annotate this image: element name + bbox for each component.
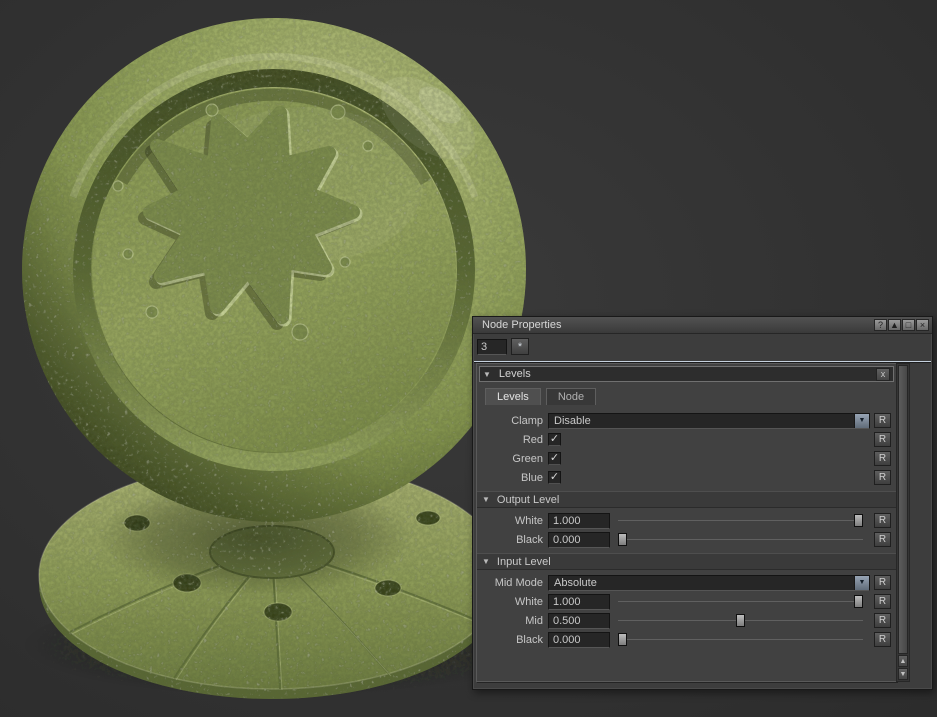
slider-track [618, 601, 863, 602]
green-row: Green ✓ R [477, 449, 896, 468]
green-checkbox[interactable]: ✓ [548, 452, 561, 465]
levels-group: ▼ Levels x Levels Node Clamp Disable ▼ R… [476, 363, 897, 682]
red-checkbox[interactable]: ✓ [548, 433, 561, 446]
clamp-row: Clamp Disable ▼ R [477, 411, 896, 430]
slider-track [618, 639, 863, 640]
reset-button[interactable]: R [874, 432, 891, 447]
mid-label: Mid [477, 615, 543, 627]
node-count-input[interactable] [477, 339, 507, 355]
slider-handle[interactable] [854, 514, 863, 527]
reset-button[interactable]: R [874, 594, 891, 609]
scrollbar[interactable]: ▲ ▼ [896, 363, 910, 682]
reset-button[interactable]: R [874, 532, 891, 547]
node-filter-button[interactable]: * [511, 338, 529, 355]
red-label: Red [477, 434, 543, 446]
reset-button[interactable]: R [874, 470, 891, 485]
tab-node[interactable]: Node [546, 388, 596, 405]
collapse-triangle-icon: ▼ [482, 557, 490, 566]
shade-icon[interactable]: ▲ [888, 319, 901, 331]
input-mid-input[interactable] [548, 613, 610, 629]
slider-handle[interactable] [736, 614, 745, 627]
arrow-down-icon: ▼ [900, 671, 907, 678]
levels-group-header[interactable]: ▼ Levels x [479, 366, 894, 382]
input-mid-row: Mid R [477, 611, 896, 630]
output-white-input[interactable] [548, 513, 610, 529]
shader-ball [20, 18, 550, 699]
reset-button[interactable]: R [874, 413, 891, 428]
blue-row: Blue ✓ R [477, 468, 896, 487]
selection-highlight-line [474, 361, 931, 362]
node-properties-panel: Node Properties ? ▲ □ × * ▼ Levels x Lev… [472, 316, 933, 690]
reset-button[interactable]: R [874, 513, 891, 528]
input-black-slider[interactable] [618, 632, 863, 647]
check-icon: ✓ [550, 452, 559, 464]
output-black-input[interactable] [548, 532, 610, 548]
reset-button[interactable]: R [874, 632, 891, 647]
green-label: Green [477, 453, 543, 465]
arrow-up-icon: ▲ [900, 658, 907, 665]
white-label: White [477, 515, 543, 527]
input-white-input[interactable] [548, 594, 610, 610]
maximize-icon[interactable]: □ [902, 319, 915, 331]
blue-checkbox[interactable]: ✓ [548, 471, 561, 484]
mid-mode-value: Absolute [554, 577, 597, 589]
black-label: Black [477, 634, 543, 646]
group-title: Levels [499, 368, 531, 380]
chevron-down-icon[interactable]: ▼ [854, 576, 869, 590]
input-level-header[interactable]: ▼ Input Level [477, 553, 896, 570]
blue-label: Blue [477, 472, 543, 484]
black-label: Black [477, 534, 543, 546]
panel-title: Node Properties [476, 319, 873, 331]
output-level-header[interactable]: ▼ Output Level [477, 491, 896, 508]
mid-mode-row: Mid Mode Absolute ▼ R [477, 573, 896, 592]
reset-button[interactable]: R [874, 575, 891, 590]
check-icon: ✓ [550, 471, 559, 483]
input-black-row: Black R [477, 630, 896, 649]
check-icon: ✓ [550, 433, 559, 445]
chevron-down-icon[interactable]: ▼ [854, 414, 869, 428]
output-black-row: Black R [477, 530, 896, 549]
section-title: Output Level [497, 494, 559, 506]
input-mid-slider[interactable] [618, 613, 863, 628]
panel-titlebar[interactable]: Node Properties ? ▲ □ × [473, 317, 932, 334]
tab-levels[interactable]: Levels [485, 388, 541, 405]
reset-button[interactable]: R [874, 613, 891, 628]
close-icon[interactable]: × [916, 319, 929, 331]
input-white-row: White R [477, 592, 896, 611]
scrollbar-thumb[interactable] [898, 365, 908, 654]
output-black-slider[interactable] [618, 532, 863, 547]
input-black-input[interactable] [548, 632, 610, 648]
collapse-triangle-icon: ▼ [483, 370, 491, 379]
count-row: * [473, 334, 932, 358]
scroll-down-button[interactable]: ▼ [898, 668, 908, 680]
clamp-dropdown[interactable]: Disable ▼ [548, 413, 870, 429]
collapse-triangle-icon: ▼ [482, 495, 490, 504]
tab-bar: Levels Node [485, 388, 896, 406]
output-white-slider[interactable] [618, 513, 863, 528]
reset-button[interactable]: R [874, 451, 891, 466]
mid-mode-dropdown[interactable]: Absolute ▼ [548, 575, 870, 591]
red-row: Red ✓ R [477, 430, 896, 449]
clamp-value: Disable [554, 415, 591, 427]
slider-handle[interactable] [854, 595, 863, 608]
group-close-button[interactable]: x [876, 368, 890, 381]
input-white-slider[interactable] [618, 594, 863, 609]
output-white-row: White R [477, 511, 896, 530]
scroll-up-button[interactable]: ▲ [898, 655, 908, 667]
slider-handle[interactable] [618, 633, 627, 646]
mid-mode-label: Mid Mode [477, 577, 543, 589]
slider-handle[interactable] [618, 533, 627, 546]
help-icon[interactable]: ? [874, 319, 887, 331]
section-title: Input Level [497, 556, 551, 568]
slider-track [618, 539, 863, 540]
clamp-label: Clamp [477, 415, 543, 427]
white-label: White [477, 596, 543, 608]
slider-track [618, 520, 863, 521]
